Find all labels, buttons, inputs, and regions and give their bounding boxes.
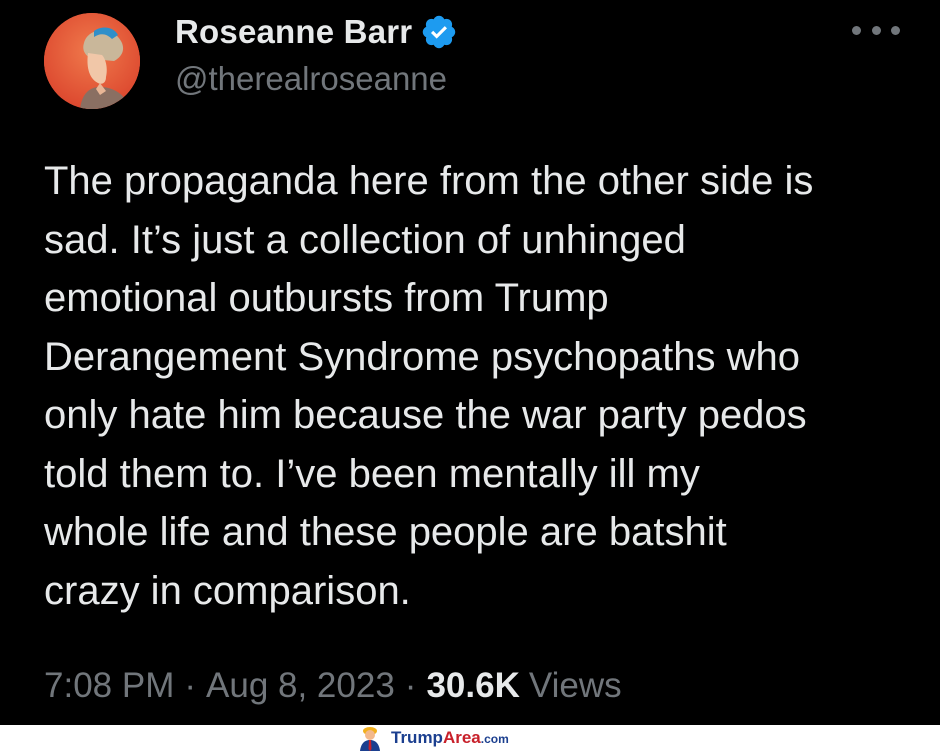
more-dot xyxy=(891,25,900,35)
watermark-text: TrumpArea.com xyxy=(391,728,509,748)
watermark-tld: .com xyxy=(480,732,509,746)
display-name[interactable]: Roseanne Barr xyxy=(175,13,412,51)
more-options-icon[interactable] xyxy=(852,18,900,42)
views-label: Views xyxy=(528,666,622,705)
views-count[interactable]: 30.6K xyxy=(426,666,519,706)
trump-figure-icon xyxy=(360,727,380,751)
tweet-text: The propaganda here from the other side … xyxy=(44,159,814,613)
more-dot xyxy=(871,25,881,35)
watermark-brand-part1: Trump xyxy=(391,728,443,747)
author-handle[interactable]: @therealroseanne xyxy=(175,60,447,98)
more-dot xyxy=(852,25,861,35)
meta-separator: · xyxy=(184,666,197,705)
tweet-time[interactable]: 7:08 PM xyxy=(44,666,174,706)
tweet-meta: 7:08 PM · Aug 8, 2023 · 30.6K Views xyxy=(44,666,622,706)
watermark-logo: TrumpArea.com xyxy=(356,725,509,751)
watermark-bar: TrumpArea.com xyxy=(0,725,940,751)
verified-badge-icon[interactable] xyxy=(420,13,458,51)
tweet-date[interactable]: Aug 8, 2023 xyxy=(206,666,395,706)
tweet-screenshot: Roseanne Barr @therealroseanne The propa… xyxy=(0,0,940,751)
avatar[interactable] xyxy=(44,13,140,109)
avatar-photo xyxy=(44,13,140,109)
meta-separator: · xyxy=(404,666,417,705)
watermark-brand-part2: Area xyxy=(442,728,481,747)
author-name-row: Roseanne Barr xyxy=(175,10,458,54)
